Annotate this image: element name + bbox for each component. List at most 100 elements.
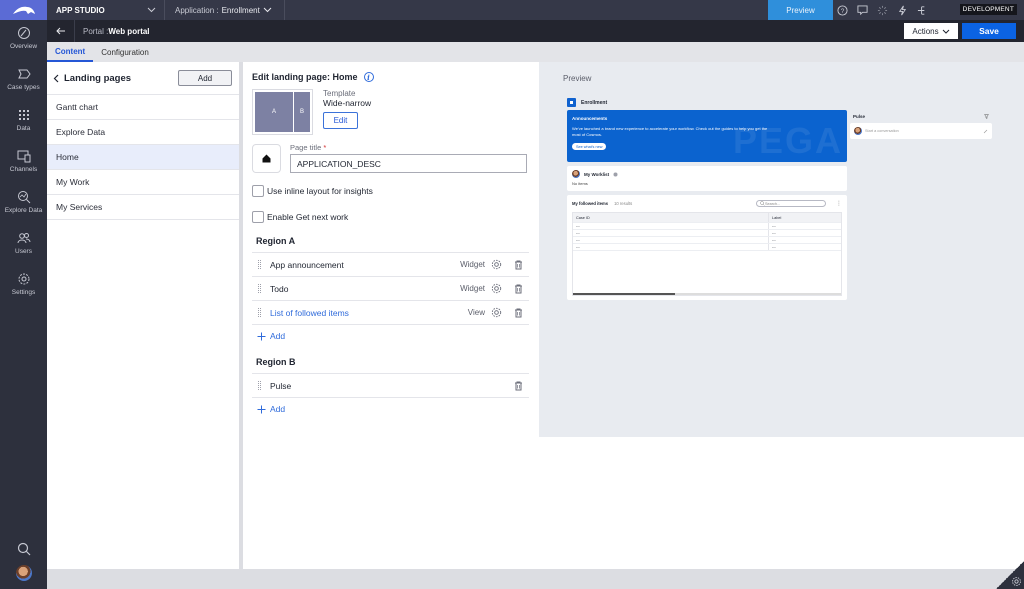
preview-worklist-card: My Worklist No items: [567, 166, 847, 191]
horizontal-scrollbar: [573, 293, 841, 295]
preview-app-header: Enrollment: [567, 98, 607, 107]
rail-label: Overview: [9, 43, 38, 50]
template-region-b: B: [294, 92, 310, 132]
rail-item-explore-data[interactable]: Explore Data: [0, 184, 47, 225]
actions-menu-button[interactable]: Actions: [904, 23, 958, 39]
landing-pages-back[interactable]: Landing pages: [53, 73, 131, 84]
template-label: Template: [323, 89, 356, 98]
trash-icon[interactable]: [512, 307, 524, 319]
preview-label: Preview: [563, 74, 592, 83]
preview-announcement-card: PEGA Announcements We've launched a bran…: [567, 110, 847, 162]
region-item-type: Widget: [460, 260, 485, 269]
search-icon: [17, 542, 30, 556]
drag-handle-icon[interactable]: [258, 381, 261, 390]
table-row: --- ---: [573, 244, 841, 251]
table-cell: ---: [772, 238, 776, 242]
table-row: --- ---: [573, 230, 841, 237]
application-selector[interactable]: Application : Enrollment: [165, 0, 285, 20]
back-button[interactable]: [47, 20, 75, 42]
trash-icon[interactable]: [512, 380, 524, 392]
filter-icon: [984, 114, 989, 119]
global-search-button[interactable]: [17, 537, 31, 561]
worklist-title: My Worklist: [584, 171, 610, 177]
landing-page-item-my-work[interactable]: My Work: [47, 170, 239, 195]
landing-page-item-my-services[interactable]: My Services: [47, 195, 239, 220]
rail-item-settings[interactable]: Settings: [0, 266, 47, 307]
region-item-type: Widget: [460, 284, 485, 293]
preview-button[interactable]: Preview: [768, 0, 833, 20]
environment-badge: DEVELOPMENT: [959, 4, 1017, 15]
tab-content[interactable]: Content: [47, 42, 94, 62]
column-header: Label: [772, 215, 782, 220]
avatar: [854, 127, 862, 135]
pega-logo[interactable]: [0, 0, 47, 20]
pulse-placeholder: Start a conversation: [865, 129, 899, 133]
landing-page-item-explore-data[interactable]: Explore Data: [47, 120, 239, 145]
rail-label: Users: [15, 248, 32, 255]
info-dot-icon: [613, 172, 618, 176]
template-value: Wide-narrow: [323, 98, 372, 108]
rail-item-users[interactable]: Users: [0, 225, 47, 266]
user-avatar[interactable]: [15, 565, 32, 581]
region-a-add-button[interactable]: Add: [252, 325, 529, 347]
gear-icon[interactable]: [490, 307, 502, 319]
region-b-list: Pulse: [252, 373, 529, 398]
rail-item-case-types[interactable]: Case types: [0, 61, 47, 102]
overview-icon: [17, 27, 30, 39]
chevron-down-icon: [263, 7, 272, 13]
portal-name: Web portal: [108, 26, 150, 36]
region-item: List of followed items View: [252, 301, 529, 325]
get-next-work-checkbox[interactable]: [252, 210, 264, 223]
save-button[interactable]: Save: [962, 23, 1016, 39]
region-item: Pulse: [252, 374, 529, 398]
chevron-down-icon: [942, 29, 949, 34]
editor-title: Edit landing page: Home: [252, 72, 358, 82]
trash-icon[interactable]: [512, 259, 524, 271]
gear-icon[interactable]: [490, 283, 502, 295]
rail-item-data[interactable]: Data: [0, 102, 47, 143]
preview-followed-items-card: My followed items 10 results Search... ⋮…: [567, 195, 847, 300]
chevron-down-icon: [147, 7, 156, 13]
gear-icon[interactable]: [490, 259, 502, 271]
landing-page-item-home[interactable]: Home: [47, 145, 239, 170]
drag-handle-icon[interactable]: [258, 284, 261, 293]
page-icon-picker[interactable]: [252, 144, 281, 173]
chevron-left-icon: [53, 74, 59, 82]
rail-item-channels[interactable]: Channels: [0, 143, 47, 184]
studio-switcher[interactable]: APP STUDIO: [47, 0, 165, 20]
search-placeholder: Search...: [765, 201, 781, 206]
pulse-input: Start a conversation: [850, 123, 992, 139]
plus-icon: [257, 332, 266, 340]
edit-template-button[interactable]: Edit: [323, 112, 358, 129]
table-row: --- ---: [573, 223, 841, 230]
help-icon[interactable]: ?: [837, 4, 848, 16]
explore-data-icon: [17, 191, 30, 204]
drag-handle-icon[interactable]: [258, 308, 261, 317]
spinner-icon[interactable]: [877, 5, 888, 16]
portal-bar: Portal :Web portal Actions Save: [47, 20, 1024, 42]
region-b-add-button[interactable]: Add: [252, 398, 529, 420]
info-icon[interactable]: i: [363, 72, 374, 82]
chat-icon[interactable]: [857, 4, 868, 16]
table-row: --- ---: [573, 237, 841, 244]
landing-page-item-gantt-chart[interactable]: Gantt chart: [47, 95, 239, 120]
page-title-input[interactable]: APPLICATION_DESC: [290, 154, 527, 173]
region-a-title: Region A: [256, 236, 296, 246]
rail-item-overview[interactable]: Overview: [0, 20, 47, 61]
inline-layout-checkbox[interactable]: [252, 184, 264, 197]
devtools-corner[interactable]: [996, 561, 1024, 589]
plus-icon: [257, 405, 266, 413]
lightning-icon[interactable]: [897, 5, 908, 16]
tab-configuration[interactable]: Configuration: [93, 42, 157, 62]
preview-pane: Preview Enrollment PEGA Announcements We…: [539, 62, 1024, 437]
add-landing-page-button[interactable]: Add: [178, 70, 232, 86]
table-cell: ---: [573, 244, 769, 250]
region-item-link[interactable]: List of followed items: [270, 308, 468, 318]
trash-icon[interactable]: [512, 283, 524, 295]
region-item: Todo Widget: [252, 277, 529, 301]
hierarchy-icon[interactable]: [917, 5, 928, 16]
drag-handle-icon[interactable]: [258, 260, 261, 269]
portal-label: Portal :: [83, 26, 109, 36]
avatar: [572, 170, 580, 178]
required-mark: *: [323, 143, 327, 152]
